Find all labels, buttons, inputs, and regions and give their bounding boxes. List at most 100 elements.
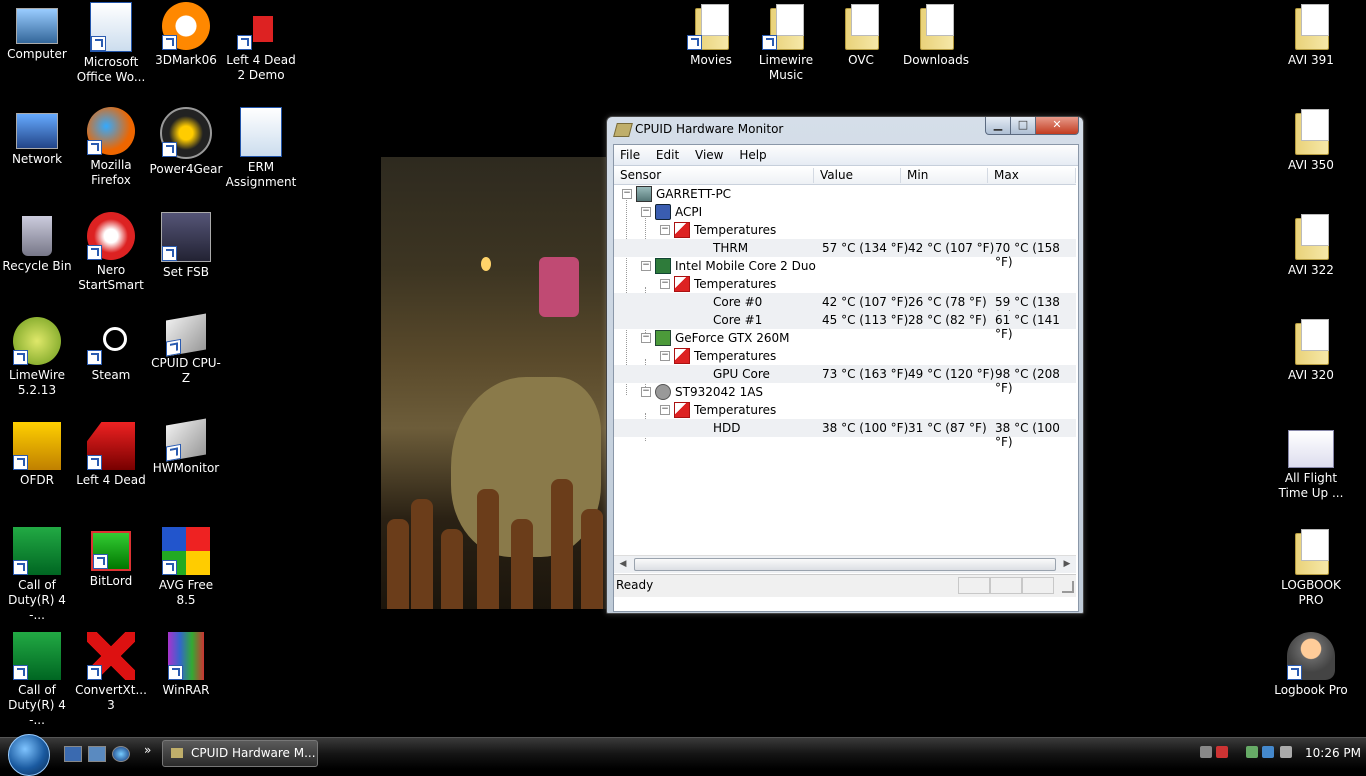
desktop-icon-nero[interactable]: Nero StartSmart: [74, 212, 148, 293]
internet-explorer-icon[interactable]: [112, 746, 130, 762]
collapse-toggle[interactable]: −: [660, 279, 670, 289]
cpu-icon: [655, 258, 671, 274]
folder-icon: [1287, 212, 1335, 260]
sensor-row-gpu-core[interactable]: GPU Core 73 °C (163 °F) 49 °C (120 °F) 9…: [614, 365, 1076, 395]
desktop-icon-bitlord[interactable]: BitLord: [74, 527, 148, 589]
collapse-toggle[interactable]: −: [641, 387, 651, 397]
menu-view[interactable]: View: [689, 145, 729, 165]
desktop-icon-avi322[interactable]: AVI 322: [1274, 212, 1348, 278]
clock[interactable]: 10:26 PM: [1305, 746, 1361, 760]
quicklaunch-more[interactable]: »: [144, 743, 151, 757]
minimize-button[interactable]: ▁: [985, 117, 1011, 135]
thermometer-icon: [674, 402, 690, 418]
collapse-toggle[interactable]: −: [641, 207, 651, 217]
close-button[interactable]: ✕: [1035, 117, 1079, 135]
collapse-toggle[interactable]: −: [622, 189, 632, 199]
tree-node-temperatures[interactable]: − Temperatures: [614, 221, 1076, 239]
desktop-icon-limewire[interactable]: LimeWire 5.2.13: [0, 317, 74, 398]
desktop-icon-avi320[interactable]: AVI 320: [1274, 317, 1348, 383]
desktop-icon-recycle-bin[interactable]: Recycle Bin: [0, 212, 74, 274]
collapse-toggle[interactable]: −: [641, 261, 651, 271]
sensor-row-core1[interactable]: Core #1 45 °C (113 °F) 28 °C (82 °F) 61 …: [614, 311, 1076, 341]
desktop-icon-avg[interactable]: AVG Free 8.5: [149, 527, 223, 608]
tree-node-hdd[interactable]: − ST932042 1AS: [614, 383, 1076, 401]
desktop-icon-logbook-pro-folder[interactable]: LOGBOOK PRO: [1274, 527, 1348, 608]
desktop-icon-cod4-2[interactable]: Call of Duty(R) 4 -...: [0, 632, 74, 728]
icon-label: Call of Duty(R) 4 -...: [8, 683, 66, 727]
desktop-icon-cpuz[interactable]: CPUID CPU-Z: [149, 313, 223, 386]
desktop-icon-setfsb[interactable]: Set FSB: [149, 212, 223, 280]
desktop-icon-all-flight-time[interactable]: All Flight Time Up ...: [1274, 422, 1348, 501]
maximize-button[interactable]: □: [1010, 117, 1036, 135]
desktop-icon-downloads[interactable]: Downloads: [899, 2, 973, 68]
node-label: Temperatures: [694, 403, 777, 417]
thermometer-icon: [674, 348, 690, 364]
column-sensor[interactable]: Sensor: [614, 168, 814, 183]
desktop-icon-hwmonitor[interactable]: HWMonitor: [149, 418, 223, 476]
desktop-icon-computer[interactable]: Computer: [0, 2, 74, 62]
resize-grip-icon[interactable]: [1062, 581, 1074, 593]
desktop-icon-network[interactable]: Network: [0, 107, 74, 167]
menu-file[interactable]: File: [614, 145, 646, 165]
start-button[interactable]: [8, 734, 50, 776]
scroll-left-arrow-icon[interactable]: ◀: [616, 558, 630, 571]
switch-windows-icon[interactable]: [88, 746, 106, 762]
menu-edit[interactable]: Edit: [650, 145, 685, 165]
sensor-row-core0[interactable]: Core #0 42 °C (107 °F) 26 °C (78 °F) 59 …: [614, 293, 1076, 323]
collapse-toggle[interactable]: −: [641, 333, 651, 343]
desktop-icon-erm-assignment[interactable]: ERM Assignment: [224, 107, 298, 190]
collapse-toggle[interactable]: −: [660, 405, 670, 415]
sensor-name: Core #0: [713, 295, 763, 309]
desktop-icon-movies[interactable]: Movies: [674, 2, 748, 68]
desktop-icon-firefox[interactable]: Mozilla Firefox: [74, 107, 148, 188]
collapse-toggle[interactable]: −: [660, 225, 670, 235]
desktop-icon-word[interactable]: Microsoft Office Wo...: [74, 2, 148, 85]
speaker-tray-icon[interactable]: [1280, 746, 1292, 758]
tree-node-computer[interactable]: − GARRETT-PC: [614, 185, 1076, 203]
sensor-row-hdd[interactable]: HDD 38 °C (100 °F) 31 °C (87 °F) 38 °C (…: [614, 419, 1076, 449]
desktop-icon-ovc[interactable]: OVC: [824, 2, 898, 68]
menu-help[interactable]: Help: [733, 145, 772, 165]
nero-icon: [87, 212, 135, 260]
show-desktop-icon[interactable]: [64, 746, 82, 762]
steam-tray-icon[interactable]: [1200, 746, 1212, 758]
desktop-icon-avi350[interactable]: AVI 350: [1274, 107, 1348, 173]
word-icon: [90, 2, 132, 52]
hwmonitor-window[interactable]: CPUID Hardware Monitor ▁ □ ✕ File Edit V…: [606, 116, 1084, 614]
desktop-icon-ofdr[interactable]: OFDR: [0, 422, 74, 488]
desktop-icon-3dmark06[interactable]: 3DMark06: [149, 2, 223, 68]
desktop-icon-left4dead[interactable]: Left 4 Dead: [74, 422, 148, 488]
desktop-icon-left4dead2-demo[interactable]: Left 4 Dead 2 Demo: [224, 2, 298, 83]
desktop-icon-convertxtodvd[interactable]: ConvertXt... 3: [74, 632, 148, 713]
volume-muted-tray-icon[interactable]: [1216, 746, 1228, 758]
scroll-right-arrow-icon[interactable]: ▶: [1060, 558, 1074, 571]
taskbar-button-hwmonitor[interactable]: CPUID Hardware M...: [162, 740, 318, 767]
sensor-tree[interactable]: − GARRETT-PC − ACPI − Temperatures THRM …: [614, 185, 1076, 575]
tree-node-temperatures[interactable]: − Temperatures: [614, 347, 1076, 365]
column-min[interactable]: Min: [901, 168, 988, 183]
sensor-row-thrm[interactable]: THRM 57 °C (134 °F) 42 °C (107 °F) 70 °C…: [614, 239, 1076, 269]
desktop-icon-cod4-1[interactable]: Call of Duty(R) 4 -...: [0, 527, 74, 623]
desktop-icon-power4gear[interactable]: Power4Gear: [149, 107, 223, 177]
horizontal-scrollbar[interactable]: ◀ ▶: [614, 555, 1076, 573]
tree-node-temperatures[interactable]: − Temperatures: [614, 275, 1076, 293]
tree-node-cpu[interactable]: − Intel Mobile Core 2 Duo: [614, 257, 1076, 275]
tree-node-acpi[interactable]: − ACPI: [614, 203, 1076, 221]
scrollbar-thumb[interactable]: [634, 558, 1056, 571]
desktop-icon-winrar[interactable]: WinRAR: [149, 632, 223, 698]
collapse-toggle[interactable]: −: [660, 351, 670, 361]
icon-label: AVI 322: [1288, 263, 1334, 277]
icon-label: Left 4 Dead 2 Demo: [226, 53, 296, 82]
folder-icon: [837, 2, 885, 50]
network-tray-icon[interactable]: [1262, 746, 1274, 758]
window-titlebar[interactable]: CPUID Hardware Monitor ▁ □ ✕: [607, 117, 1083, 141]
tray-icon[interactable]: [1246, 746, 1258, 758]
desktop-icon-limewire-music[interactable]: Limewire Music: [749, 2, 823, 83]
desktop-icon-avi391[interactable]: AVI 391: [1274, 2, 1348, 68]
desktop-icon-logbook-pro[interactable]: Logbook Pro: [1274, 632, 1348, 698]
tree-node-temperatures[interactable]: − Temperatures: [614, 401, 1076, 419]
column-max[interactable]: Max: [988, 168, 1076, 183]
desktop-icon-steam[interactable]: Steam: [74, 317, 148, 383]
tree-node-gpu[interactable]: − GeForce GTX 260M: [614, 329, 1076, 347]
column-value[interactable]: Value: [814, 168, 901, 183]
